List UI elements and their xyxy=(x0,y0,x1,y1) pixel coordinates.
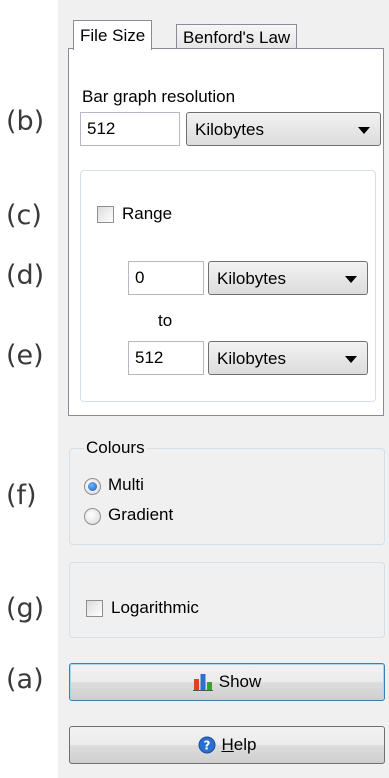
range-label: Range xyxy=(122,204,173,223)
chevron-down-icon xyxy=(345,276,357,283)
range-from-unit-select[interactable]: Kilobytes xyxy=(208,261,368,295)
show-button-label: Show xyxy=(218,672,262,691)
help-icon: ? xyxy=(198,736,216,754)
resolution-label: Bar graph resolution xyxy=(82,87,236,106)
range-to-input[interactable]: 512 xyxy=(128,341,204,375)
colour-multi-radio[interactable] xyxy=(84,478,101,495)
range-to-unit-value: Kilobytes xyxy=(217,349,286,368)
help-button[interactable]: ? Help xyxy=(69,726,385,764)
range-from-unit-value: Kilobytes xyxy=(217,269,286,288)
resolution-value-input[interactable]: 512 xyxy=(80,112,180,146)
colours-group-title: Colours xyxy=(84,438,147,458)
range-to-unit-select[interactable]: Kilobytes xyxy=(208,341,368,375)
range-to-label: to xyxy=(158,311,173,330)
annotation-c: (c) xyxy=(6,200,42,231)
resolution-unit-select[interactable]: Kilobytes xyxy=(186,112,381,146)
bar-chart-icon xyxy=(192,674,213,691)
logarithmic-checkbox[interactable] xyxy=(86,600,103,617)
svg-text:?: ? xyxy=(203,739,210,753)
colours-group xyxy=(69,448,385,545)
show-button[interactable]: Show xyxy=(69,663,385,701)
logarithmic-label: Logarithmic xyxy=(111,598,199,617)
range-from-input[interactable]: 0 xyxy=(128,261,204,295)
colour-gradient-label: Gradient xyxy=(108,505,174,524)
resolution-unit-value: Kilobytes xyxy=(195,120,264,139)
colour-multi-label: Multi xyxy=(108,475,144,494)
chevron-down-icon xyxy=(345,356,357,363)
annotation-f: (f) xyxy=(6,480,37,511)
chevron-down-icon xyxy=(358,127,370,134)
annotation-a: (a) xyxy=(6,664,44,695)
range-checkbox[interactable] xyxy=(97,206,114,223)
annotation-e: (e) xyxy=(6,340,44,371)
tab-benfords-law[interactable]: Benford's Law xyxy=(176,24,298,50)
annotation-b: (b) xyxy=(6,106,45,137)
annotation-g: (g) xyxy=(6,593,45,624)
colour-gradient-radio[interactable] xyxy=(84,508,101,525)
annotation-d: (d) xyxy=(6,260,45,291)
tab-file-size[interactable]: File Size xyxy=(73,20,153,50)
help-button-label: Help xyxy=(221,735,257,754)
